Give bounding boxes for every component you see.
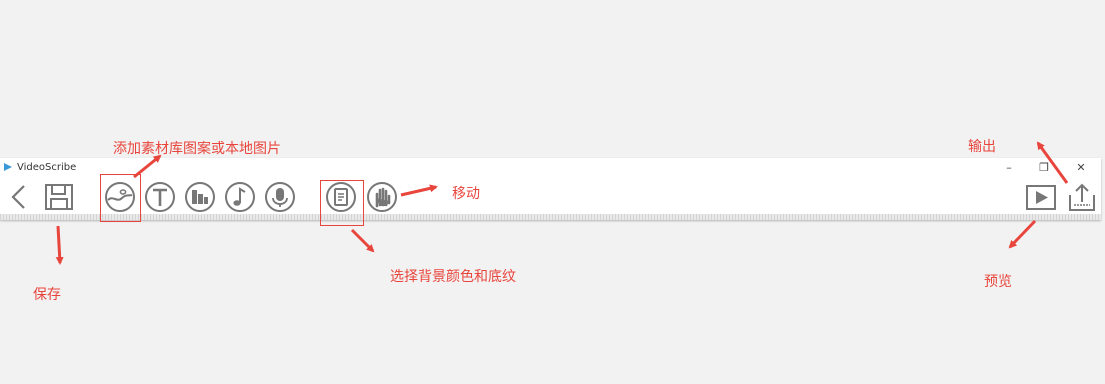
export-icon [1069, 183, 1095, 211]
arrow-background [350, 228, 375, 253]
annotation-add-image: 添加素材库图案或本地图片 [113, 141, 281, 157]
timeline-strip [0, 214, 1101, 220]
add-music-button[interactable] [224, 181, 256, 213]
videoscribe-window: VideoScribe – ❐ ✕ [0, 158, 1101, 220]
music-note-icon [225, 182, 255, 212]
arrow-save [55, 225, 64, 265]
main-toolbar [0, 178, 1101, 214]
back-icon [11, 185, 25, 209]
microphone-icon [265, 182, 295, 212]
add-chart-button[interactable] [184, 181, 216, 213]
preview-button[interactable] [1025, 181, 1057, 213]
annotation-save: 保存 [33, 287, 61, 303]
save-icon [45, 184, 73, 210]
close-button[interactable]: ✕ [1070, 160, 1092, 176]
add-text-button[interactable] [144, 181, 176, 213]
title-bar: VideoScribe – ❐ ✕ [0, 158, 1101, 178]
back-button[interactable] [4, 181, 36, 213]
arrow-preview [1008, 219, 1037, 249]
hand-icon [367, 182, 397, 212]
minimize-button[interactable]: – [998, 160, 1020, 176]
hand-button[interactable] [366, 181, 398, 213]
chart-icon [185, 182, 215, 212]
save-button[interactable] [43, 181, 75, 213]
add-voiceover-button[interactable] [264, 181, 296, 213]
window-title: VideoScribe [17, 162, 77, 173]
image-highlight-box [100, 174, 141, 222]
annotation-preview: 预览 [984, 274, 1012, 290]
annotation-export: 输出 [968, 139, 996, 155]
background-highlight-box [320, 180, 364, 226]
text-icon [145, 182, 175, 212]
app-logo-icon [4, 163, 12, 171]
annotation-move: 移动 [452, 186, 480, 202]
annotation-background: 选择背景颜色和底纹 [390, 269, 516, 285]
restore-button[interactable]: ❐ [1033, 160, 1055, 176]
play-icon [1026, 185, 1056, 210]
export-button[interactable] [1066, 181, 1098, 213]
